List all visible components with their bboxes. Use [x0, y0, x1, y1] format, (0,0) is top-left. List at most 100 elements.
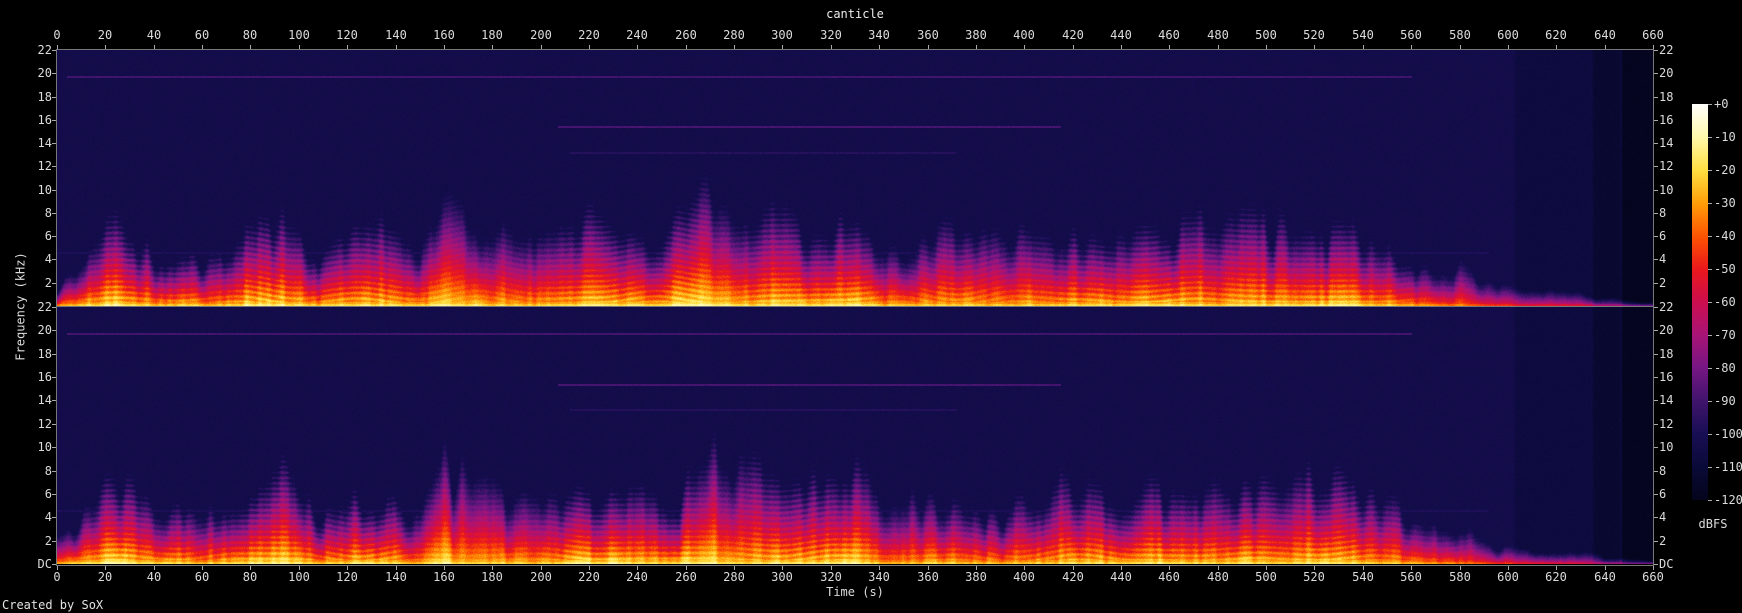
- time-tick-label-bottom: 200: [530, 570, 552, 584]
- colorbar-tick: [1708, 500, 1712, 501]
- time-tick-label-top: 120: [336, 28, 358, 42]
- colorbar-tick-label: -90: [1714, 394, 1736, 408]
- colorbar-tick-label: -60: [1714, 295, 1736, 309]
- time-tick-top: [831, 45, 832, 49]
- time-tick-label-top: 60: [194, 28, 210, 42]
- time-tick-label-top: 220: [578, 28, 600, 42]
- time-tick-top: [686, 45, 687, 49]
- freq-tick-label-right: 16: [1659, 113, 1674, 127]
- time-tick-label-bottom: 300: [771, 570, 793, 584]
- freq-tick-label-right: 6: [1659, 487, 1667, 501]
- time-tick-label-bottom: 360: [917, 570, 939, 584]
- freq-tick-right: [1654, 400, 1658, 401]
- time-tick-label-bottom: 340: [868, 570, 890, 584]
- freq-tick-left: [52, 50, 56, 51]
- freq-tick-label-left: 12: [37, 159, 52, 173]
- time-tick-top: [1266, 45, 1267, 49]
- time-tick-label-top: 300: [771, 28, 793, 42]
- time-tick-label-top: 260: [675, 28, 697, 42]
- freq-tick-left: [52, 447, 56, 448]
- colorbar-tick-label: -120: [1714, 493, 1742, 507]
- freq-tick-left: [52, 307, 56, 308]
- colorbar-tick: [1708, 302, 1712, 303]
- freq-tick-label-left: 6: [44, 229, 52, 243]
- freq-tick-label-left: 16: [37, 370, 52, 384]
- time-tick-top: [444, 45, 445, 49]
- freq-tick-right: [1654, 541, 1658, 542]
- freq-tick-label-right: 12: [1659, 159, 1674, 173]
- colorbar-tick-label: -40: [1714, 229, 1736, 243]
- time-tick-label-bottom: 180: [481, 570, 503, 584]
- plot-top-axis-line: [56, 49, 1654, 50]
- time-tick-top: [396, 45, 397, 49]
- freq-tick-label-right: 12: [1659, 417, 1674, 431]
- time-tick-top: [782, 45, 783, 49]
- freq-tick-label-right: 2: [1659, 534, 1667, 548]
- freq-tick-label-right: 8: [1659, 206, 1667, 220]
- freq-tick-right: [1654, 73, 1658, 74]
- time-tick-label-bottom: 520: [1303, 570, 1325, 584]
- freq-tick-label-left: DC: [37, 557, 52, 571]
- time-tick-top: [1314, 45, 1315, 49]
- time-tick-top: [1556, 45, 1557, 49]
- freq-tick-label-right: 4: [1659, 510, 1667, 524]
- freq-tick-label-right: 20: [1659, 66, 1674, 80]
- time-tick-label-top: 140: [385, 28, 407, 42]
- time-tick-label-top: 600: [1497, 28, 1519, 42]
- time-tick-label-bottom: 660: [1642, 570, 1664, 584]
- freq-tick-label-left: 12: [37, 417, 52, 431]
- time-tick-label-top: 340: [868, 28, 890, 42]
- time-tick-label-bottom: 540: [1352, 570, 1374, 584]
- freq-tick-label-right: 4: [1659, 252, 1667, 266]
- freq-tick-left: [52, 541, 56, 542]
- freq-tick-label-right: 10: [1659, 440, 1674, 454]
- freq-tick-label-left: 8: [44, 206, 52, 220]
- colorbar-tick-label: -20: [1714, 163, 1736, 177]
- time-tick-label-top: 0: [53, 28, 61, 42]
- freq-tick-right: [1654, 447, 1658, 448]
- freq-tick-label-right: 18: [1659, 347, 1674, 361]
- freq-tick-label-left: 22: [37, 43, 52, 57]
- time-tick-top: [1411, 45, 1412, 49]
- freq-tick-label-right: 2: [1659, 276, 1667, 290]
- time-tick-top: [250, 45, 251, 49]
- freq-tick-label-left: 20: [37, 323, 52, 337]
- time-tick-label-bottom: 640: [1594, 570, 1616, 584]
- created-by-sox-credit: Created by SoX: [2, 598, 104, 612]
- freq-tick-right: [1654, 97, 1658, 98]
- freq-tick-left: [52, 377, 56, 378]
- colorbar-tick: [1708, 335, 1712, 336]
- freq-tick-label-left: 16: [37, 113, 52, 127]
- time-tick-label-bottom: 120: [336, 570, 358, 584]
- freq-tick-left: [52, 213, 56, 214]
- time-tick-top: [879, 45, 880, 49]
- time-tick-label-bottom: 220: [578, 570, 600, 584]
- freq-tick-right: [1654, 120, 1658, 121]
- time-tick-label-top: 480: [1207, 28, 1229, 42]
- colorbar-tick: [1708, 434, 1712, 435]
- freq-tick-left: [52, 97, 56, 98]
- spectrogram-channel-right: [57, 307, 1653, 564]
- freq-tick-left: [52, 73, 56, 74]
- freq-tick-label-right: 14: [1659, 393, 1674, 407]
- colorbar-unit-label: dBFS: [1698, 517, 1728, 531]
- time-tick-top: [1218, 45, 1219, 49]
- time-tick-label-top: 580: [1449, 28, 1471, 42]
- time-tick-top: [734, 45, 735, 49]
- time-tick-label-bottom: 160: [433, 570, 455, 584]
- freq-tick-label-left: 22: [37, 300, 52, 314]
- time-tick-label-bottom: 260: [675, 570, 697, 584]
- time-tick-label-top: 180: [481, 28, 503, 42]
- time-tick-label-top: 500: [1255, 28, 1277, 42]
- time-tick-label-bottom: 500: [1255, 570, 1277, 584]
- time-tick-top: [202, 45, 203, 49]
- freq-tick-right: [1654, 307, 1658, 308]
- freq-tick-label-right: 6: [1659, 229, 1667, 243]
- freq-tick-label-left: 18: [37, 90, 52, 104]
- freq-tick-right: [1654, 190, 1658, 191]
- time-tick-label-bottom: 20: [97, 570, 113, 584]
- time-tick-label-top: 420: [1062, 28, 1084, 42]
- freq-tick-left: [52, 143, 56, 144]
- time-tick-label-top: 540: [1352, 28, 1374, 42]
- freq-tick-label-right: 22: [1659, 300, 1674, 314]
